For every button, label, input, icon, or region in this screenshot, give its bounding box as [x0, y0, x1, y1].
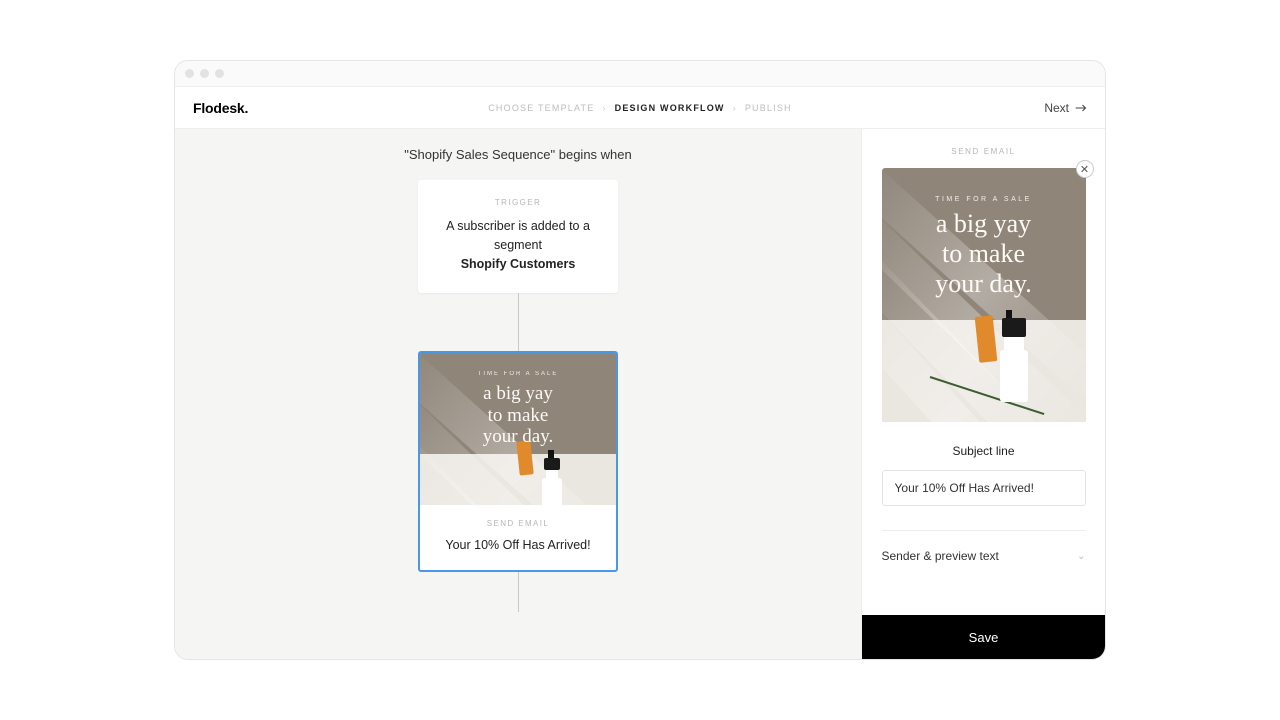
window-dot-close[interactable]: [185, 69, 194, 78]
workflow-stepper: Choose Template › Design Workflow › Publ…: [175, 103, 1105, 113]
window-dot-max[interactable]: [215, 69, 224, 78]
chevron-right-icon: ›: [733, 103, 737, 113]
save-label: Save: [969, 630, 999, 645]
window-dot-min[interactable]: [200, 69, 209, 78]
close-preview-button[interactable]: ✕: [1076, 160, 1094, 178]
subject-line-label: Subject line: [952, 444, 1014, 458]
trigger-node[interactable]: Trigger A subscriber is added to a segme…: [418, 180, 618, 293]
workflow-title: "Shopify Sales Sequence" begins when: [404, 147, 632, 162]
side-panel: Send Email ✕ Time for a sale a big yay: [861, 129, 1105, 659]
chevron-right-icon: ›: [602, 103, 606, 113]
sender-preview-accordion[interactable]: Sender & preview text ⌄: [882, 531, 1086, 571]
panel-title: Send Email: [951, 147, 1015, 156]
trigger-label: Trigger: [438, 198, 598, 207]
accordion-label: Sender & preview text: [882, 549, 999, 563]
top-bar: Flodesk. Choose Template › Design Workfl…: [175, 87, 1105, 129]
subject-line-input[interactable]: [882, 470, 1086, 506]
email-node[interactable]: Time for a sale a big yay to make your d…: [418, 351, 618, 572]
email-node-subject: Your 10% Off Has Arrived!: [434, 538, 602, 552]
app-window: Flodesk. Choose Template › Design Workfl…: [174, 60, 1106, 660]
next-label: Next: [1044, 101, 1069, 115]
chevron-down-icon: ⌄: [1077, 551, 1085, 562]
trigger-segment-name: Shopify Customers: [461, 257, 576, 271]
close-icon: ✕: [1080, 163, 1089, 176]
next-button[interactable]: Next: [1044, 101, 1105, 115]
node-connector: [518, 572, 519, 612]
step-choose-template[interactable]: Choose Template: [488, 103, 594, 113]
step-publish[interactable]: Publish: [745, 103, 792, 113]
brand-logo: Flodesk.: [175, 100, 248, 116]
step-design-workflow[interactable]: Design Workflow: [615, 103, 725, 113]
email-preview[interactable]: Time for a sale a big yay to make your d…: [882, 168, 1086, 422]
trigger-description: A subscriber is added to a segment Shopi…: [438, 217, 598, 273]
window-titlebar: [175, 61, 1105, 87]
email-thumbnail: Time for a sale a big yay to make your d…: [420, 353, 616, 505]
email-node-label: Send Email: [434, 519, 602, 528]
email-preview-wrap: ✕ Time for a sale a big yay to make your…: [882, 168, 1086, 422]
save-button[interactable]: Save: [862, 615, 1105, 659]
node-connector: [518, 293, 519, 351]
workflow-canvas[interactable]: "Shopify Sales Sequence" begins when Tri…: [175, 129, 861, 659]
arrow-right-icon: [1075, 103, 1087, 113]
main-content: "Shopify Sales Sequence" begins when Tri…: [175, 129, 1105, 659]
